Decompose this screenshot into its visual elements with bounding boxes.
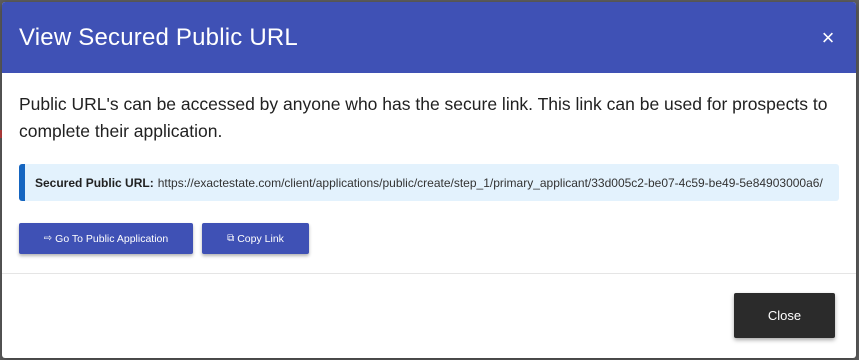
modal-body: Public URL's can be accessed by anyone w…: [2, 73, 856, 254]
modal-description: Public URL's can be accessed by anyone w…: [19, 94, 828, 141]
close-button[interactable]: Close: [734, 293, 835, 338]
modal-title: View Secured Public URL: [19, 23, 298, 51]
copy-link-button[interactable]: ⧉ Copy Link: [202, 223, 309, 254]
go-button-label: Go To Public Application: [55, 232, 169, 245]
modal-footer: Close: [2, 273, 856, 358]
action-buttons: ⇨ Go To Public Application ⧉ Copy Link: [19, 223, 839, 254]
go-to-public-application-button[interactable]: ⇨ Go To Public Application: [19, 223, 193, 254]
arrow-right-icon: ⇨: [43, 233, 53, 244]
close-icon[interactable]: ×: [818, 26, 838, 48]
secured-url-label: Secured Public URL:: [35, 175, 154, 190]
modal-header: View Secured Public URL ×: [2, 2, 856, 73]
copy-icon: ⧉: [227, 233, 235, 244]
secured-url-box: Secured Public URL: https://exactestate.…: [19, 164, 839, 201]
secured-url-value[interactable]: https://exactestate.com/client/applicati…: [158, 176, 823, 190]
public-url-modal: View Secured Public URL × Public URL's c…: [2, 2, 856, 358]
copy-button-label: Copy Link: [237, 232, 284, 245]
